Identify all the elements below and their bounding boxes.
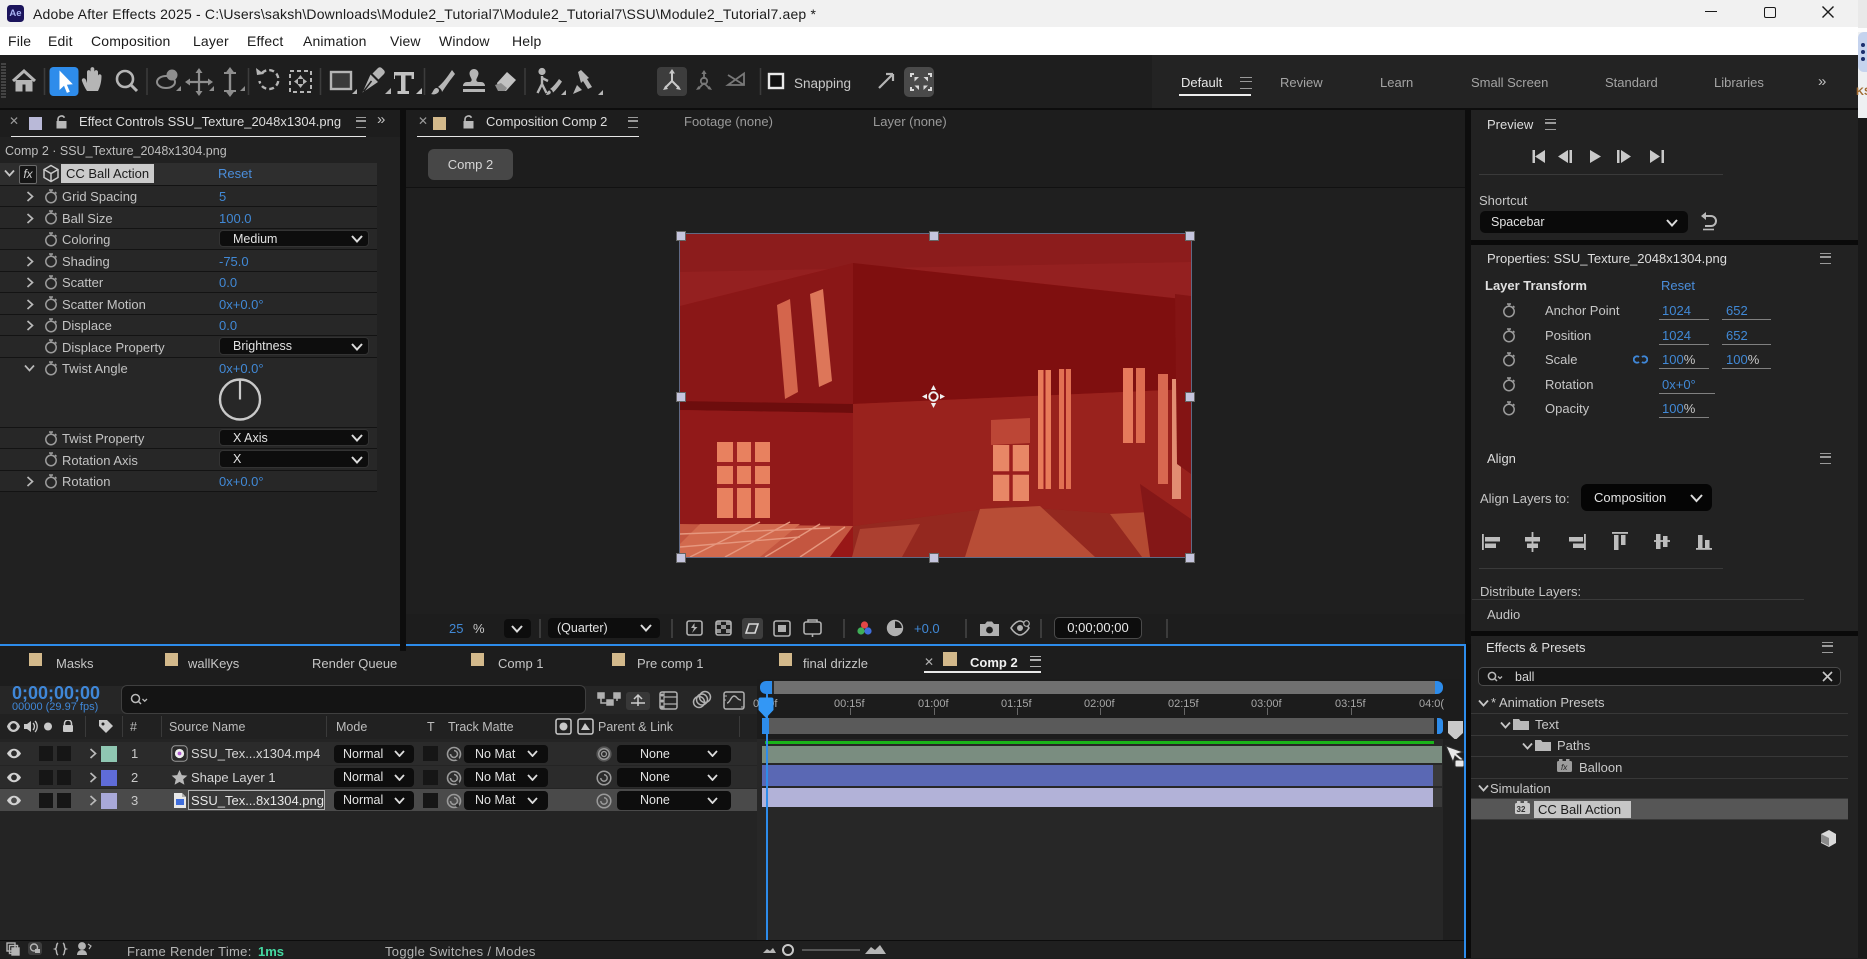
svg-text:32: 32 xyxy=(1517,805,1526,814)
svg-text:fx: fx xyxy=(1561,763,1568,772)
